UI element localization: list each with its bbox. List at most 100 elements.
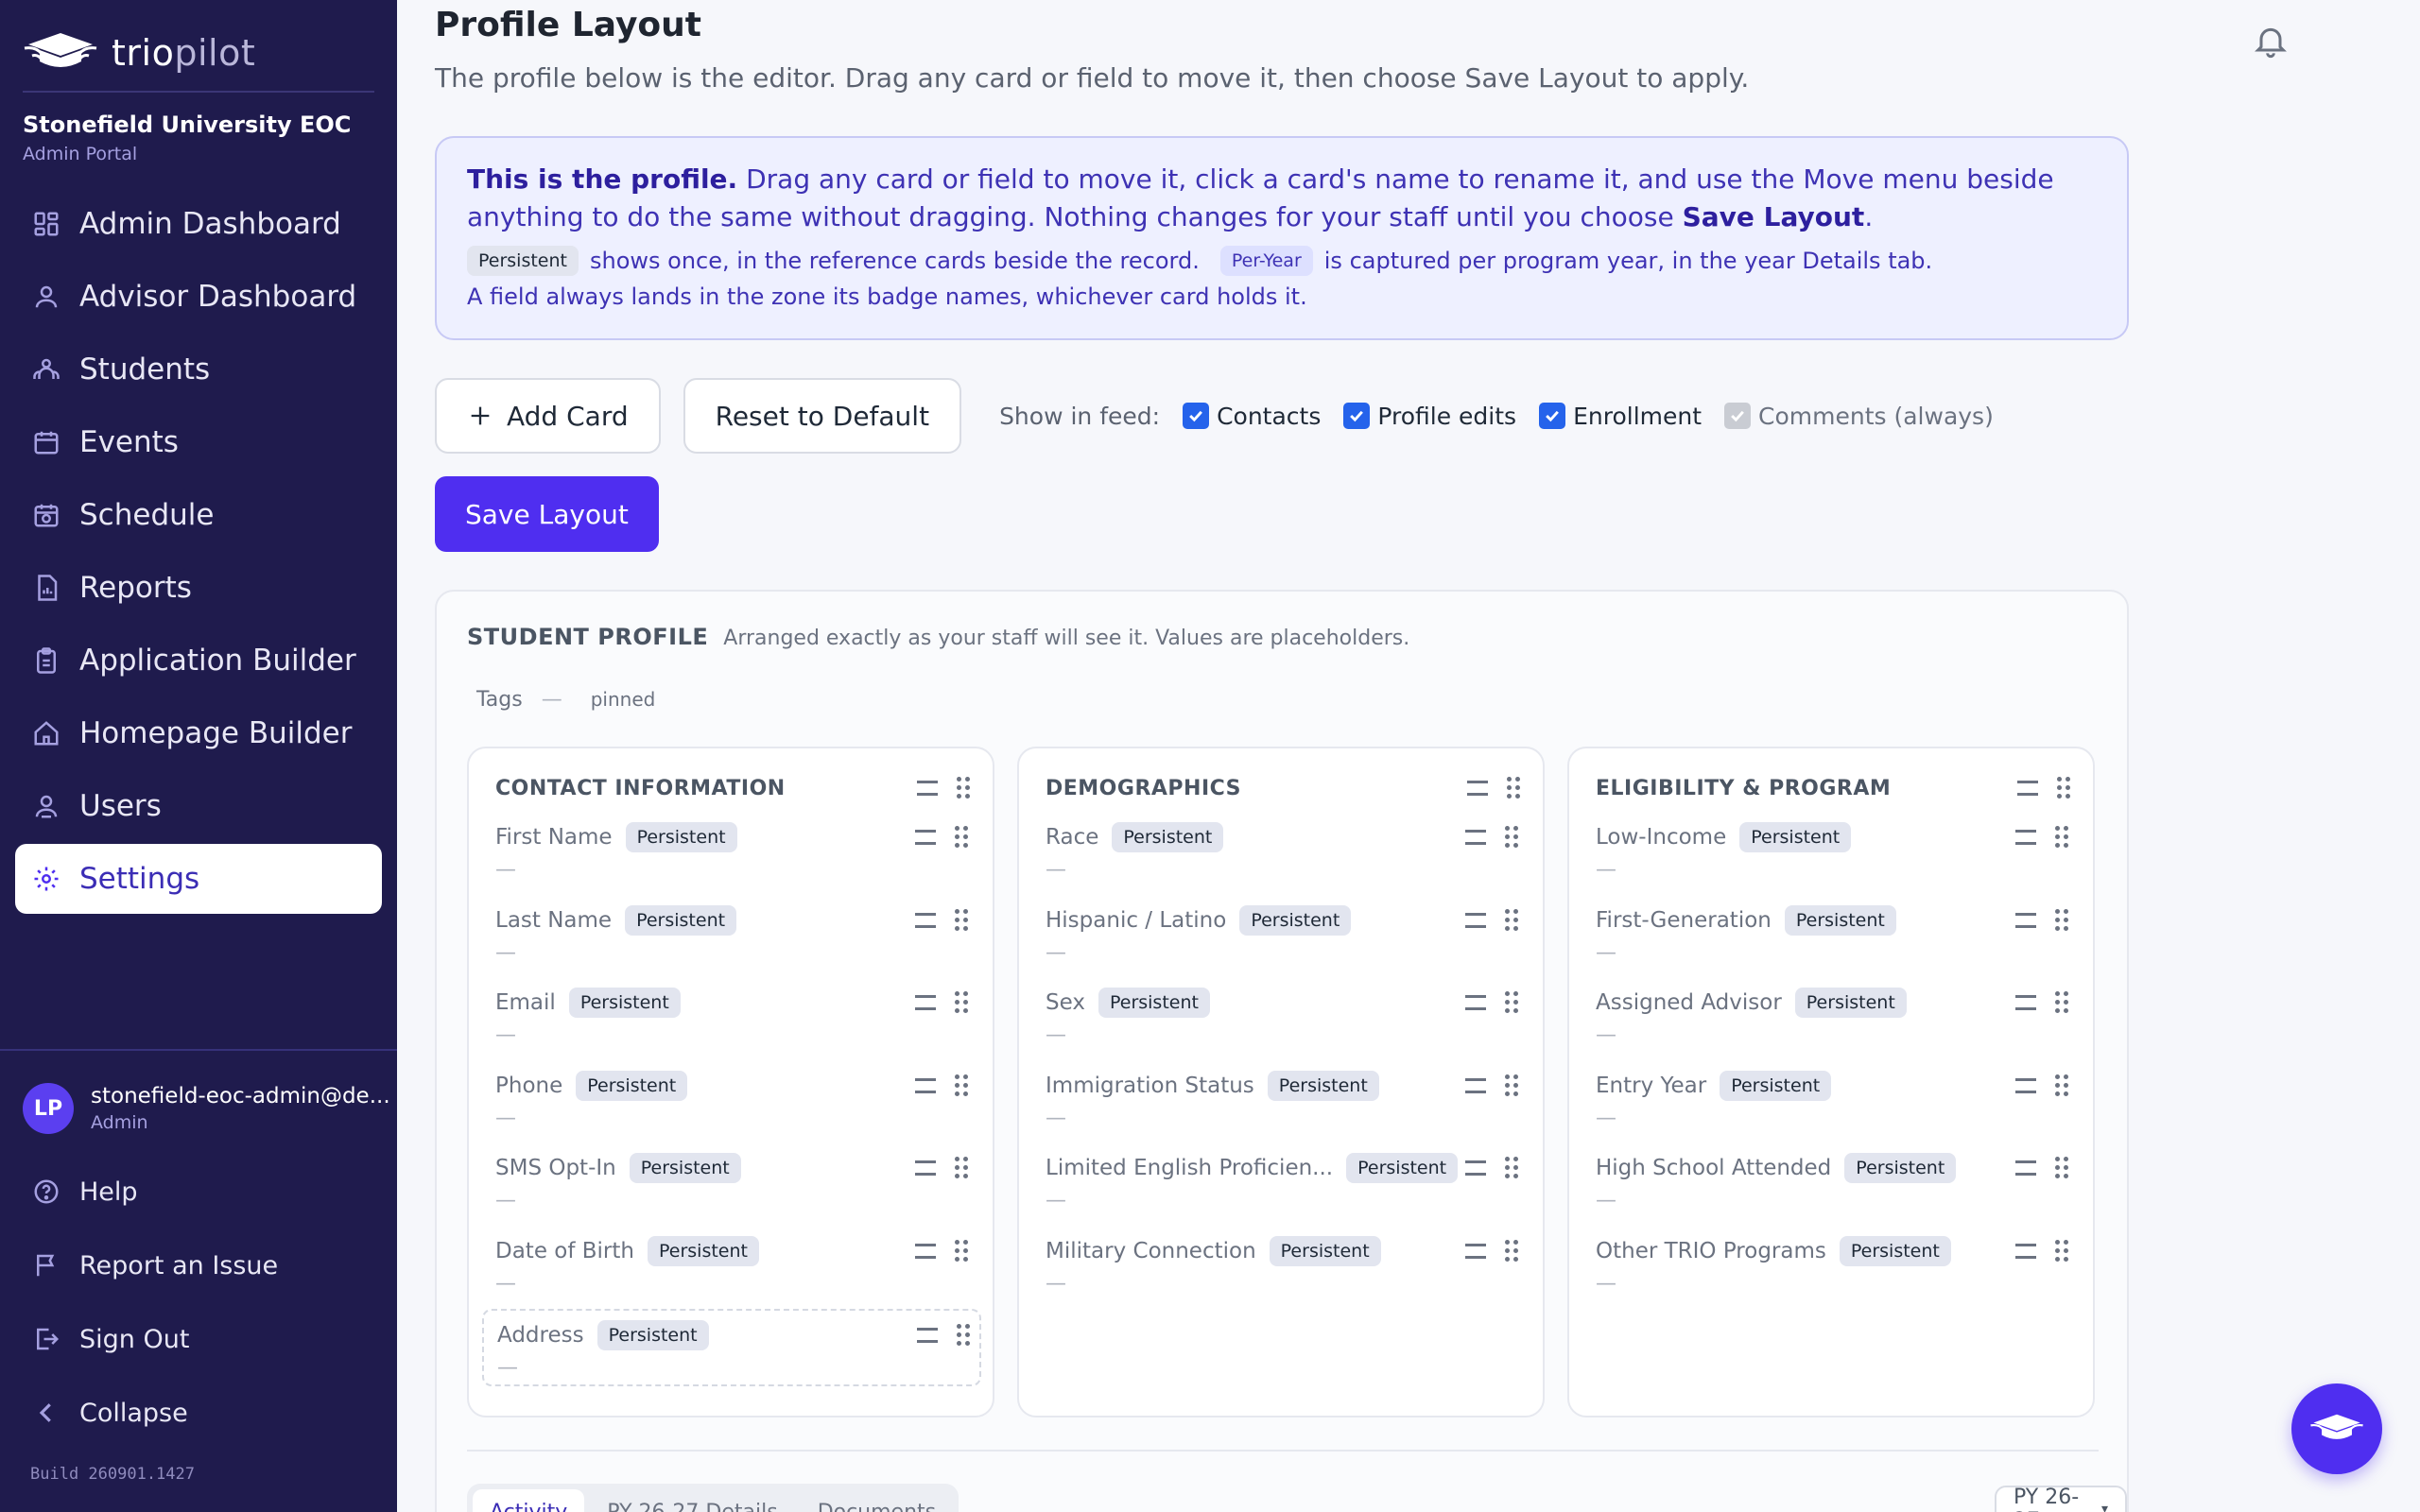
feed-profile-edits-checkbox[interactable]: Profile edits [1343, 403, 1516, 430]
nav-homepage-builder[interactable]: Homepage Builder [15, 698, 382, 768]
drag-handle-icon[interactable] [955, 991, 968, 1014]
save-layout-button[interactable]: Save Layout [435, 476, 659, 552]
drag-handle-icon[interactable] [1505, 908, 1518, 932]
nav-reports[interactable]: Reports [15, 553, 382, 623]
profile-field[interactable]: Immigration Status Persistent — [1032, 1061, 1531, 1139]
nav-events[interactable]: Events [15, 407, 382, 477]
move-menu-icon[interactable] [915, 1077, 936, 1093]
nav-settings[interactable]: Settings [15, 844, 382, 914]
move-menu-icon[interactable] [2015, 995, 2036, 1010]
move-menu-icon[interactable] [1465, 995, 1486, 1010]
drag-handle-icon[interactable] [2057, 777, 2070, 799]
move-menu-icon[interactable] [915, 1160, 936, 1176]
program-year-select[interactable]: PY 26-27 ▾ [1995, 1486, 2127, 1512]
bell-icon[interactable] [2252, 21, 2290, 60]
nav-users[interactable]: Users [15, 771, 382, 841]
drag-handle-icon[interactable] [1505, 1239, 1518, 1263]
drag-handle-icon[interactable] [955, 826, 968, 849]
add-card-button[interactable]: Add Card [435, 378, 661, 454]
move-menu-icon[interactable] [915, 830, 936, 845]
nav-application-builder[interactable]: Application Builder [15, 626, 382, 696]
profile-field[interactable]: Entry Year Persistent — [1582, 1061, 2082, 1139]
profile-field[interactable]: Phone Persistent — [482, 1061, 981, 1139]
nav-advisor-dashboard[interactable]: Advisor Dashboard [15, 262, 382, 332]
drag-handle-icon[interactable] [2055, 908, 2068, 932]
feed-filter: Show in feed: Contacts Profile edits Enr… [999, 403, 1994, 430]
drag-handle-icon[interactable] [1505, 991, 1518, 1014]
drag-handle-icon[interactable] [2055, 1239, 2068, 1263]
sign-out-link[interactable]: Sign Out [15, 1302, 382, 1376]
move-menu-icon[interactable] [1465, 912, 1486, 928]
move-menu-icon[interactable] [2015, 1243, 2036, 1259]
move-menu-icon[interactable] [2015, 1160, 2036, 1176]
move-menu-icon[interactable] [1465, 1077, 1486, 1093]
drag-handle-icon[interactable] [957, 1324, 970, 1347]
graduation-cap-logo-icon [24, 33, 97, 67]
move-menu-icon[interactable] [1465, 830, 1486, 845]
persistent-badge: Persistent [1720, 1070, 1832, 1101]
drag-handle-icon[interactable] [2055, 1074, 2068, 1097]
drag-handle-icon[interactable] [1505, 1157, 1518, 1179]
profile-field[interactable]: SMS Opt-In Persistent — [482, 1143, 981, 1221]
help-link[interactable]: Help [15, 1155, 382, 1228]
move-menu-icon[interactable] [2015, 912, 2036, 928]
profile-card[interactable]: ELIGIBILITY & PROGRAM Low-Income Persisten… [1567, 747, 2095, 1418]
profile-field[interactable]: Hispanic / Latino Persistent — [1032, 896, 1531, 973]
move-menu-icon[interactable] [1465, 1160, 1486, 1176]
profile-field[interactable]: Assigned Advisor Persistent — [1582, 978, 2082, 1056]
move-menu-icon[interactable] [1467, 781, 1488, 796]
tab-documents[interactable]: Documents [801, 1489, 953, 1512]
reset-default-button[interactable]: Reset to Default [683, 378, 962, 454]
profile-field[interactable]: First-Generation Persistent — [1582, 896, 2082, 973]
profile-field[interactable]: Other TRIO Programs Persistent — [1582, 1227, 2082, 1304]
move-menu-icon[interactable] [1465, 1243, 1486, 1259]
drag-handle-icon[interactable] [957, 777, 970, 799]
feed-enrollment-checkbox[interactable]: Enrollment [1539, 403, 1702, 430]
feed-contacts-checkbox[interactable]: Contacts [1183, 403, 1321, 430]
drag-handle-icon[interactable] [955, 1074, 968, 1097]
drag-handle-icon[interactable] [2055, 991, 2068, 1014]
profile-field[interactable]: Date of Birth Persistent — [482, 1227, 981, 1304]
profile-field[interactable]: Sex Persistent — [1032, 978, 1531, 1056]
profile-field[interactable]: Limited English Proficien... Persistent — [1032, 1143, 1531, 1221]
nav-admin-dashboard[interactable]: Admin Dashboard [15, 189, 382, 259]
move-menu-icon[interactable] [2015, 830, 2036, 845]
tab-activity[interactable]: Activity [473, 1489, 585, 1512]
move-menu-icon[interactable] [2015, 1077, 2036, 1093]
profile-field[interactable]: Military Connection Persistent — [1032, 1227, 1531, 1304]
move-menu-icon[interactable] [2017, 781, 2038, 796]
profile-field[interactable]: Address Persistent — [482, 1309, 981, 1386]
user-profile[interactable]: LP stonefield-eoc-admin@de... Admin [23, 1083, 390, 1134]
card-title[interactable]: DEMOGRAPHICS [1046, 777, 1241, 800]
card-title[interactable]: CONTACT INFORMATION [495, 777, 786, 800]
profile-field[interactable]: Race Persistent — [1032, 813, 1531, 890]
drag-handle-icon[interactable] [2055, 1157, 2068, 1179]
drag-handle-icon[interactable] [1507, 777, 1520, 799]
nav-students[interactable]: Students [15, 335, 382, 404]
move-menu-icon[interactable] [915, 912, 936, 928]
drag-handle-icon[interactable] [955, 1157, 968, 1179]
report-issue-link[interactable]: Report an Issue [15, 1228, 382, 1302]
profile-field[interactable]: First Name Persistent — [482, 813, 981, 890]
move-menu-icon[interactable] [915, 995, 936, 1010]
nav-schedule[interactable]: Schedule [15, 480, 382, 550]
move-menu-icon[interactable] [915, 1243, 936, 1259]
drag-handle-icon[interactable] [1505, 826, 1518, 849]
collapse-button[interactable]: Collapse [15, 1376, 382, 1450]
drag-handle-icon[interactable] [2055, 826, 2068, 849]
tab-py-details[interactable]: PY 26-27 Details [590, 1489, 794, 1512]
assistant-fab-button[interactable] [2291, 1383, 2382, 1474]
profile-field[interactable]: Low-Income Persistent — [1582, 813, 2082, 890]
card-title[interactable]: ELIGIBILITY & PROGRAM [1596, 777, 1891, 800]
profile-card[interactable]: DEMOGRAPHICS Race Persistent — Hispanic / La… [1017, 747, 1545, 1418]
profile-card[interactable]: CONTACT INFORMATION First Name Persistent —… [467, 747, 994, 1418]
drag-handle-icon[interactable] [955, 1239, 968, 1263]
move-menu-icon[interactable] [917, 1328, 938, 1343]
profile-field[interactable]: Email Persistent — [482, 978, 981, 1056]
brand-logo[interactable]: triopilot [23, 26, 255, 79]
profile-field[interactable]: High School Attended Persistent — [1582, 1143, 2082, 1221]
move-menu-icon[interactable] [917, 781, 938, 796]
profile-field[interactable]: Last Name Persistent — [482, 896, 981, 973]
drag-handle-icon[interactable] [955, 908, 968, 932]
drag-handle-icon[interactable] [1505, 1074, 1518, 1097]
